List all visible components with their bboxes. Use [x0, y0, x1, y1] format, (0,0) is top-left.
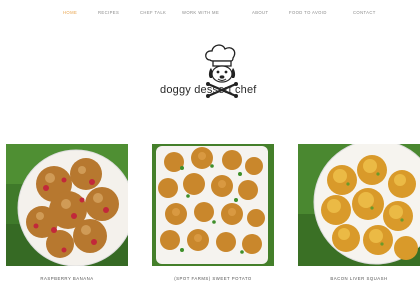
main-nav: HOME RECIPES CHEF TALK WORK WITH ME ABOU… [0, 10, 420, 18]
nav-item-about[interactable]: ABOUT [252, 10, 268, 15]
raspberry-banana-treats-image [6, 144, 128, 266]
post-title-sweet-potato[interactable]: (SPOT FARMS) SWEET POTATO [140, 276, 286, 281]
nav-list: HOME RECIPES CHEF TALK WORK WITH ME ABOU… [0, 10, 420, 18]
nav-item-home[interactable]: HOME [63, 10, 77, 15]
nav-item-chef-talk[interactable]: CHEF TALK [140, 10, 166, 15]
sweet-potato-treats-image [152, 144, 274, 266]
logo-text: doggy dessert chef [160, 84, 257, 96]
post-card-bacon-liver-squash[interactable] [298, 144, 420, 266]
post-card-raspberry-banana[interactable] [6, 144, 128, 266]
site-logo[interactable]: doggy dessert chef [150, 44, 290, 112]
post-title-bacon-liver-squash[interactable]: BACON LIVER SQUASH [298, 276, 420, 281]
post-card-sweet-potato[interactable] [152, 144, 274, 266]
nav-item-contact[interactable]: CONTACT [353, 10, 376, 15]
nav-item-work-with-me[interactable]: WORK WITH ME [182, 10, 219, 15]
bacon-liver-squash-treats-image [298, 144, 420, 266]
nav-item-food-to-avoid[interactable]: FOOD TO AVOID [289, 10, 327, 15]
nav-item-recipes[interactable]: RECIPES [98, 10, 119, 15]
post-title-raspberry-banana[interactable]: RASPBERRY BANANA [6, 276, 128, 281]
